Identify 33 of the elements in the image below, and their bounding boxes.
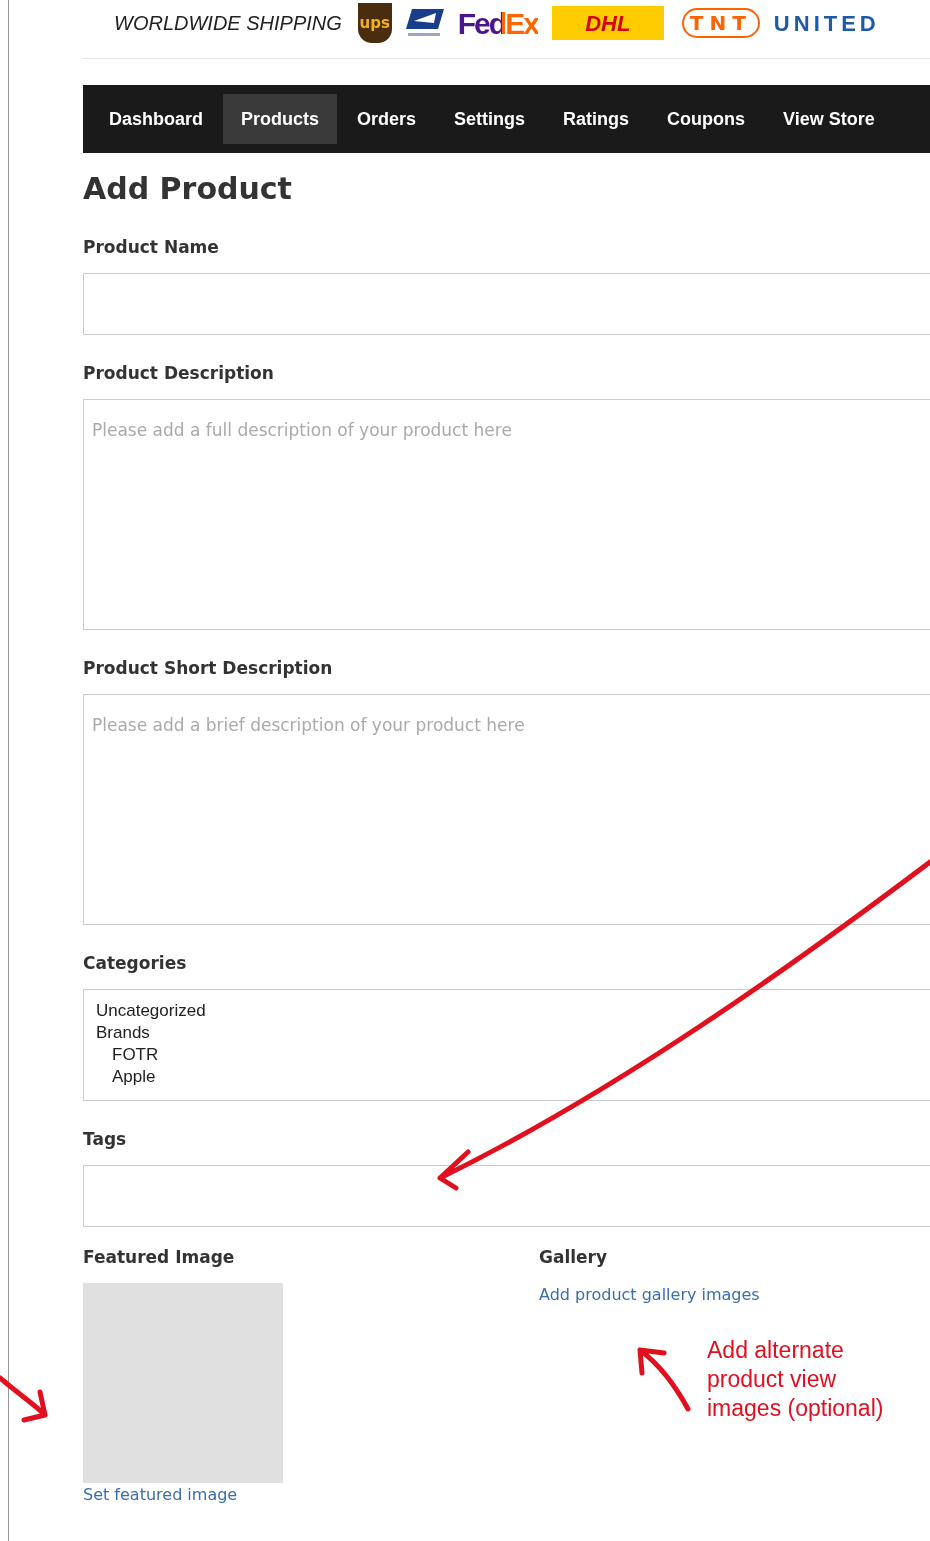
nav-tab[interactable]: Settings: [436, 94, 544, 144]
carrier-logo: TNT: [681, 8, 760, 38]
eagle-logo-icon: [405, 7, 444, 39]
field-label: Product Description: [83, 362, 274, 385]
carrier-logo: UNITED: [773, 9, 880, 38]
category-option[interactable]: Apple: [112, 1066, 156, 1088]
nav-tab[interactable]: Products: [223, 94, 338, 144]
field-label: Product Short Description: [83, 657, 333, 680]
description-field[interactable]: Please add a brief description of your product here: [83, 694, 930, 925]
nav-tab[interactable]: Ratings: [545, 94, 648, 144]
page-title: Add Product: [83, 170, 293, 208]
annotation-text: Add alternate product view images (optional): [707, 1336, 885, 1423]
field-label: Categories: [83, 952, 187, 975]
nav-tab[interactable]: Coupons: [649, 94, 764, 144]
carrier-logo: DHL: [551, 6, 664, 40]
field-label: Product Name: [83, 236, 219, 259]
add-gallery-images-link[interactable]: Add product gallery images: [539, 1283, 760, 1307]
category-option[interactable]: FOTR: [112, 1044, 159, 1066]
field-label: Tags: [83, 1128, 127, 1151]
set-featured-image-link[interactable]: Set featured image: [83, 1483, 238, 1507]
nav-tab[interactable]: Orders: [339, 94, 435, 144]
categories-list[interactable]: Uncategorized Brands FOTR Apple: [83, 989, 930, 1101]
field-label: Gallery: [539, 1246, 608, 1269]
category-option[interactable]: Brands: [96, 1022, 150, 1044]
banner-text: WORLDWIDE SHIPPING: [114, 11, 342, 36]
tags-field[interactable]: [83, 1165, 930, 1227]
product-name-field[interactable]: [83, 273, 930, 335]
nav-tab[interactable]: Dashboard: [91, 94, 222, 144]
nav-tab[interactable]: View Store: [765, 94, 893, 144]
description-field[interactable]: Please add a full description of your product here: [83, 399, 930, 630]
category-option[interactable]: Uncategorized: [96, 1000, 206, 1022]
carrier-logo: ups: [357, 3, 392, 43]
field-label: Featured Image: [83, 1246, 235, 1269]
